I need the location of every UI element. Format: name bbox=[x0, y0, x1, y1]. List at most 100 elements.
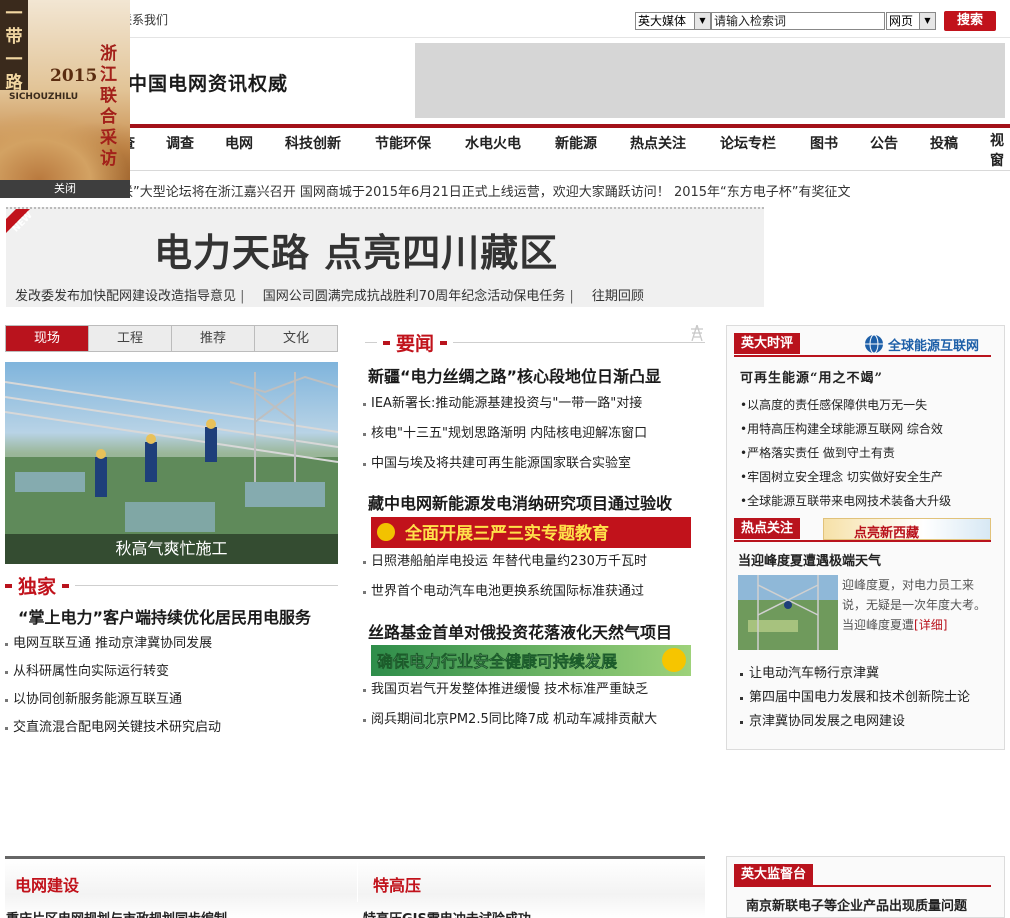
tower-icon bbox=[691, 325, 703, 341]
exclusive-list: 电网互联互通 推动京津冀协同发展 从科研属性向实际运行转变 以协同创新服务能源互… bbox=[5, 630, 221, 742]
tab-scene[interactable]: 现场 bbox=[6, 326, 89, 351]
ticker-item[interactable]: 联”大型论坛将在浙江嘉兴召开 bbox=[120, 185, 296, 199]
supervision-lead[interactable]: 南京新联电子等企业产品出现质量问题 bbox=[746, 895, 967, 914]
ticker-item[interactable]: 国网商城于2015年6月21日正式上线运营，欢迎大家踊跃访问！ bbox=[300, 185, 670, 199]
nav-item-grid[interactable]: 电网 bbox=[225, 133, 253, 153]
news-lead[interactable]: 藏中电网新能源发电消纳研究项目通过验收 bbox=[368, 490, 672, 514]
hot-label[interactable]: 热点关注 bbox=[734, 518, 801, 539]
list-item[interactable]: 从科研属性向实际运行转变 bbox=[5, 658, 221, 686]
promo-text: 全面开展三严三实专题教育 bbox=[404, 523, 609, 544]
top-bar: 联系我们 英大媒体 ▼ 请输入检索词 网页 ▼ 搜索 bbox=[0, 0, 1010, 38]
global-energy-logo[interactable]: 全球能源互联网 bbox=[864, 334, 979, 354]
commentary-header: 英大时评 bbox=[734, 333, 801, 354]
nav-item-survey[interactable]: 调查 bbox=[166, 133, 194, 153]
news-lead[interactable]: 新疆“电力丝绸之路”核心段地位日渐凸显 bbox=[368, 363, 661, 387]
exclusive-section-title: 独家 bbox=[5, 572, 338, 599]
list-item[interactable]: 电网互联互通 推动京津冀协同发展 bbox=[5, 630, 221, 658]
title-rule bbox=[75, 585, 338, 586]
chevron-down-icon: ▼ bbox=[919, 13, 935, 29]
supervision-rule bbox=[734, 885, 991, 887]
list-item[interactable]: 阅兵期间北京PM2.5同比降7成 机动车减排贡献大 bbox=[363, 706, 657, 734]
promo-text: 确保电力行业安全健康可持续发展 bbox=[377, 652, 618, 671]
nav-item-energy-saving[interactable]: 节能环保 bbox=[375, 133, 431, 153]
list-item[interactable]: 以协同创新服务能源互联互通 bbox=[5, 686, 221, 714]
featured-photo[interactable]: 秋高气爽忙施工 bbox=[5, 362, 338, 564]
list-item[interactable]: •以高度的责任感保障供电万无一失 bbox=[740, 393, 951, 417]
hot-header: 热点关注 bbox=[734, 518, 801, 539]
tab-project[interactable]: 工程 bbox=[89, 326, 172, 351]
list-item[interactable]: 第四届中国电力发展和技术创新院士论 bbox=[740, 686, 970, 710]
commentary-label[interactable]: 英大时评 bbox=[734, 333, 801, 354]
banner-archive-link[interactable]: 往期回顾 bbox=[592, 289, 644, 304]
list-item[interactable]: 京津冀协同发展之电网建设 bbox=[740, 710, 970, 734]
list-item[interactable]: 让电动汽车畅行京津冀 bbox=[740, 662, 970, 686]
global-energy-logo-text: 全球能源互联网 bbox=[888, 338, 980, 354]
promo-banner[interactable]: 确保电力行业安全健康可持续发展 bbox=[371, 645, 691, 676]
list-item[interactable]: 世界首个电动汽车电池更换系统国际标准获通过 bbox=[363, 578, 647, 606]
uhv-title[interactable]: 特高压 bbox=[373, 872, 421, 896]
ad-year: 2015 bbox=[50, 66, 98, 86]
hot-lead[interactable]: 当迎峰度夏遭遇极端天气 bbox=[738, 550, 881, 569]
ad-vertical-text: 浙江联合采访 bbox=[100, 44, 117, 169]
chevron-down-icon: ▼ bbox=[694, 13, 710, 29]
list-item[interactable]: IEA新署长:推动能源基建投资与"一带一路"对接 bbox=[363, 390, 647, 418]
search-scope-value: 英大媒体 bbox=[638, 14, 687, 28]
nav-item-video[interactable]: 视窗 bbox=[990, 131, 1006, 171]
grid-worker-image bbox=[738, 575, 838, 650]
tab-recommend[interactable]: 推荐 bbox=[172, 326, 255, 351]
banner-link[interactable]: 国网公司圆满完成抗战胜利70周年纪念活动保电任务 bbox=[263, 289, 566, 304]
list-item[interactable]: 中国与埃及将共建可再生能源国家联合实验室 bbox=[363, 450, 647, 478]
title-marker bbox=[440, 340, 448, 345]
nav-item-hydro-thermal[interactable]: 水电火电 bbox=[465, 133, 521, 153]
floating-ad[interactable]: 一带一路 2015 SICHOUZHILU 浙江联合采访 关闭 bbox=[0, 0, 130, 198]
separator: | bbox=[240, 289, 245, 304]
photo-caption[interactable]: 秋高气爽忙施工 bbox=[5, 534, 338, 564]
hot-photo[interactable] bbox=[738, 575, 838, 650]
title-marker bbox=[383, 340, 390, 345]
search-button[interactable]: 搜索 bbox=[944, 11, 996, 31]
separator: | bbox=[569, 289, 574, 304]
tab-culture[interactable]: 文化 bbox=[255, 326, 337, 351]
search-type-select[interactable]: 网页 ▼ bbox=[886, 12, 936, 30]
ad-close-button[interactable]: 关闭 bbox=[0, 180, 130, 198]
exclusive-lead[interactable]: “掌上电力”客户端持续优化居民用电服务 bbox=[18, 604, 311, 628]
list-item[interactable]: •全球能源互联带来电网技术装备大升级 bbox=[740, 489, 951, 513]
nav-item-hot-topics[interactable]: 热点关注 bbox=[630, 133, 686, 153]
news-lead[interactable]: 丝路基金首单对俄投资花落液化天然气项目 bbox=[368, 619, 672, 643]
search-scope-select[interactable]: 英大媒体 ▼ bbox=[635, 12, 711, 30]
supervision-label[interactable]: 英大监督台 bbox=[734, 864, 814, 885]
nav-item-tech[interactable]: 科技创新 bbox=[285, 133, 341, 153]
exclusive-title: 独家 bbox=[18, 576, 57, 598]
banner-links: 发改委发布加快配网建设改造指导意见 | 国网公司圆满完成抗战胜利70周年纪念活动… bbox=[15, 285, 644, 304]
grid-build-lead[interactable]: 重庆片区电网规划与市政规划同步编制 bbox=[6, 908, 227, 918]
header-ad-banner[interactable] bbox=[415, 43, 1005, 118]
grid-build-title[interactable]: 电网建设 bbox=[15, 872, 79, 896]
news-list: IEA新署长:推动能源基建投资与"一带一路"对接 核电"十三五"规划思路渐明 内… bbox=[363, 390, 647, 478]
hot-banner[interactable]: 点亮新西藏 bbox=[823, 518, 991, 540]
list-item[interactable]: 交直流混合配电网关键技术研究启动 bbox=[5, 714, 221, 742]
banner-link[interactable]: 发改委发布加快配网建设改造指导意见 bbox=[15, 289, 236, 304]
banner-headline[interactable]: 电力天路 点亮四川藏区 bbox=[154, 222, 558, 277]
ticker-item[interactable]: 2015年“东方电子杯”有奖征文 bbox=[674, 185, 851, 199]
uhv-lead[interactable]: 特高压GIS雷电冲击试验成功 bbox=[363, 908, 531, 918]
nav-item-new-energy[interactable]: 新能源 bbox=[555, 133, 597, 153]
promo-banner[interactable]: 全面开展三严三实专题教育 bbox=[371, 517, 691, 548]
list-item[interactable]: •牢固树立安全理念 切实做好安全生产 bbox=[740, 465, 951, 489]
nav-item-forum[interactable]: 论坛专栏 bbox=[720, 133, 776, 153]
nav-item-notice[interactable]: 公告 bbox=[870, 133, 898, 153]
search-type-value: 网页 bbox=[889, 14, 914, 28]
nav-item-books[interactable]: 图书 bbox=[810, 133, 838, 153]
list-item[interactable]: 我国页岩气开发整体推进缓慢 技术标准严重缺乏 bbox=[363, 676, 657, 704]
list-item[interactable]: 日照港船舶岸电投运 年替代电量约230万千瓦时 bbox=[363, 548, 647, 576]
list-item[interactable]: 核电"十三五"规划思路渐明 内陆核电迎解冻窗口 bbox=[363, 420, 647, 448]
hot-more-link[interactable]: [详细] bbox=[914, 618, 947, 632]
list-item[interactable]: •严格落实责任 做到守土有责 bbox=[740, 441, 951, 465]
title-marker bbox=[62, 583, 70, 588]
photo-tabs: 现场 工程 推荐 文化 bbox=[5, 325, 338, 352]
commentary-lead[interactable]: 可再生能源“用之不竭” bbox=[740, 367, 883, 386]
globe-icon bbox=[865, 334, 883, 354]
nav-item-submit[interactable]: 投稿 bbox=[930, 133, 958, 153]
supervision-header: 英大监督台 bbox=[734, 864, 814, 885]
list-item[interactable]: •用特高压构建全球能源互联网 综合效 bbox=[740, 417, 951, 441]
search-input[interactable]: 请输入检索词 bbox=[711, 12, 885, 30]
